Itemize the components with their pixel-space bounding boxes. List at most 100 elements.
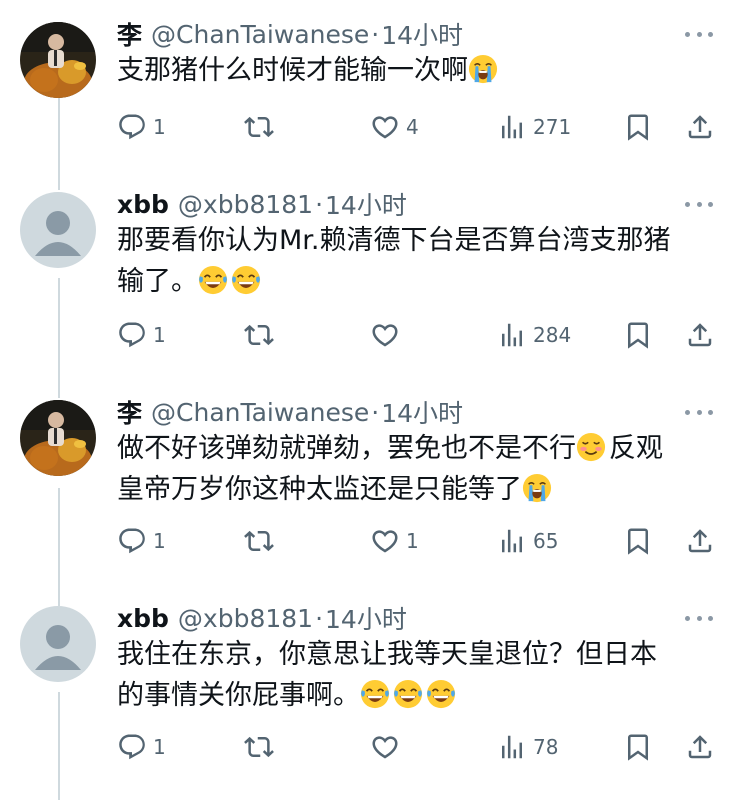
bookmark-icon [623, 320, 653, 350]
tears-of-joy-emoji-icon [231, 265, 261, 295]
share-button[interactable] [685, 730, 715, 764]
more-options-icon[interactable] [685, 408, 713, 416]
views-button[interactable]: 78 [497, 730, 558, 764]
more-options-icon[interactable] [685, 200, 713, 208]
retweet-button[interactable] [244, 318, 274, 352]
display-name[interactable]: 李 [117, 16, 142, 52]
reply-button[interactable]: 1 [117, 524, 166, 558]
bookmark-button[interactable] [623, 524, 653, 558]
timestamp[interactable]: 14小时 [325, 600, 407, 636]
avatar[interactable] [20, 22, 96, 98]
loudly-crying-emoji-icon [522, 473, 552, 503]
tweet[interactable]: 李 @ChanTaiwanese · 14小时 支那猪什么时候才能输一次啊 1 … [0, 20, 733, 192]
heart-icon [370, 320, 400, 350]
tweet-text-line: 我住在东京，你意思让我等天皇退位？但日本 [117, 639, 657, 670]
views-chart-icon [497, 526, 527, 556]
more-options-icon[interactable] [685, 30, 713, 38]
heart-icon [370, 112, 400, 142]
reply-button[interactable]: 1 [117, 110, 166, 144]
bookmark-button[interactable] [623, 318, 653, 352]
timestamp[interactable]: 14小时 [325, 186, 407, 222]
views-chart-icon [497, 112, 527, 142]
timestamp[interactable]: 14小时 [381, 16, 463, 52]
tears-of-joy-emoji-icon [360, 679, 390, 709]
tweet-actions: 1 78 [117, 730, 717, 764]
timestamp[interactable]: 14小时 [381, 394, 463, 430]
display-name[interactable]: 李 [117, 394, 142, 430]
retweet-icon [244, 112, 274, 142]
retweet-button[interactable] [244, 730, 274, 764]
retweet-button[interactable] [244, 524, 274, 558]
more-options-icon[interactable] [685, 614, 713, 622]
reply-icon [117, 112, 147, 142]
tweet-text: 那要看你认为Mr.赖清德下台是否算台湾支那猪 输了。 [117, 220, 717, 302]
share-icon [685, 320, 715, 350]
bookmark-icon [623, 526, 653, 556]
tweet[interactable]: 李 @ChanTaiwanese · 14小时 做不好该弹劾就弹劾，罢免也不是不… [0, 397, 733, 606]
tweet-text-line: 做不好该弹劾就弹劾，罢免也不是不行 反观 [117, 432, 663, 464]
tweet-header: xbb @xbb8181 · 14小时 [117, 186, 407, 222]
share-button[interactable] [685, 318, 715, 352]
avatar[interactable] [20, 400, 96, 476]
separator-dot: · [315, 603, 324, 633]
reply-count: 1 [153, 115, 166, 139]
tears-of-joy-emoji-icon [426, 679, 456, 709]
tweet-header: xbb @xbb8181 · 14小时 [117, 600, 407, 636]
heart-icon [370, 732, 400, 762]
views-chart-icon [497, 320, 527, 350]
separator-dot: · [315, 189, 324, 219]
display-name[interactable]: xbb [117, 190, 169, 219]
reply-button[interactable]: 1 [117, 318, 166, 352]
tweet-text: 做不好该弹劾就弹劾，罢免也不是不行 反观 皇帝万岁你这种太监还是只能等了 [117, 428, 717, 510]
views-chart-icon [497, 732, 527, 762]
like-button[interactable]: 1 [370, 524, 419, 558]
tweet-text-line: 皇帝万岁你这种太监还是只能等了 [117, 469, 717, 510]
avatar[interactable] [20, 192, 96, 268]
user-handle[interactable]: @ChanTaiwanese [151, 398, 369, 427]
tweet[interactable]: xbb @xbb8181 · 14小时 那要看你认为Mr.赖清德下台是否算台湾支… [0, 190, 733, 404]
avatar[interactable] [20, 606, 96, 682]
tweet-actions: 1 1 65 [117, 524, 717, 558]
reply-icon [117, 732, 147, 762]
user-handle[interactable]: @xbb8181 [178, 190, 313, 219]
tweet-text-line: 那要看你认为Mr.赖清德下台是否算台湾支那猪 [117, 225, 671, 256]
reply-button[interactable]: 1 [117, 730, 166, 764]
retweet-icon [244, 526, 274, 556]
tweet[interactable]: xbb @xbb8181 · 14小时 我住在东京，你意思让我等天皇退位？但日本… [0, 604, 733, 800]
bookmark-icon [623, 732, 653, 762]
views-count: 271 [533, 115, 572, 139]
like-button[interactable]: 4 [370, 110, 419, 144]
tweet-actions: 1 4 271 [117, 110, 717, 144]
display-name[interactable]: xbb [117, 604, 169, 633]
share-icon [685, 526, 715, 556]
separator-dot: · [371, 19, 380, 49]
reply-icon [117, 320, 147, 350]
views-button[interactable]: 271 [497, 110, 571, 144]
like-button[interactable] [370, 730, 400, 764]
views-count: 78 [533, 735, 559, 759]
views-button[interactable]: 284 [497, 318, 571, 352]
reply-count: 1 [153, 735, 166, 759]
bookmark-button[interactable] [623, 730, 653, 764]
user-handle[interactable]: @ChanTaiwanese [151, 20, 369, 49]
tweet-text-line: 的事情关你屁事啊。 [117, 675, 717, 716]
share-button[interactable] [685, 524, 715, 558]
bookmark-button[interactable] [623, 110, 653, 144]
smiling-blush-emoji-icon [576, 432, 606, 462]
loudly-crying-emoji-icon [468, 54, 498, 84]
separator-dot: · [371, 397, 380, 427]
reply-icon [117, 526, 147, 556]
views-count: 284 [533, 323, 572, 347]
views-button[interactable]: 65 [497, 524, 558, 558]
retweet-icon [244, 732, 274, 762]
like-button[interactable] [370, 318, 400, 352]
user-handle[interactable]: @xbb8181 [178, 604, 313, 633]
share-icon [685, 732, 715, 762]
tweet-text: 支那猪什么时候才能输一次啊 [117, 50, 717, 91]
tears-of-joy-emoji-icon [198, 265, 228, 295]
heart-icon [370, 526, 400, 556]
views-count: 65 [533, 529, 559, 553]
retweet-button[interactable] [244, 110, 274, 144]
share-button[interactable] [685, 110, 715, 144]
tweet-header: 李 @ChanTaiwanese · 14小时 [117, 16, 463, 52]
